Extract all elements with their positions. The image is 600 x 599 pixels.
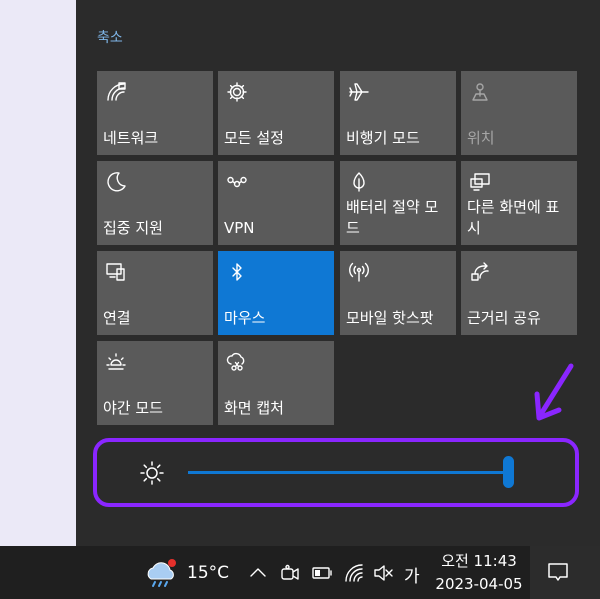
tile-label: 비행기 모드 [346, 129, 420, 147]
tile-label: 마우스 [224, 309, 266, 327]
tile-location[interactable]: 위치 [461, 71, 577, 155]
hotspot-icon [348, 261, 370, 283]
tile-label: 모바일 핫스팟 [346, 309, 434, 327]
tile-label: 다른 화면에 표시 [467, 198, 560, 237]
brightness-slider-track[interactable] [188, 471, 514, 474]
tile-label: 화면 캡처 [224, 399, 284, 417]
tile-bluetooth-mouse[interactable]: 마우스 [218, 251, 334, 335]
moon-icon [105, 171, 127, 193]
vpn-icon [226, 171, 248, 193]
taskbar: 15°C 가 오전 11:43 2023-04-05 [0, 546, 600, 599]
brightness-icon [139, 460, 165, 486]
volume-muted-icon[interactable] [372, 562, 394, 584]
project-icon [469, 171, 491, 193]
tile-label: 연결 [103, 309, 131, 327]
notification-button[interactable] [530, 546, 600, 599]
meet-now-icon[interactable] [279, 562, 301, 584]
tile-label: 모든 설정 [224, 129, 284, 147]
tile-focus-assist[interactable]: 집중 지원 [97, 161, 213, 245]
brightness-slider-thumb[interactable] [503, 456, 514, 488]
ime-indicator[interactable]: 가 [404, 562, 420, 587]
location-icon [469, 81, 491, 103]
tile-mobile-hotspot[interactable]: 모바일 핫스팟 [340, 251, 456, 335]
tile-label: 배터리 절약 모드 [346, 198, 439, 237]
battery-saver-icon [348, 171, 370, 193]
tile-nearby-share[interactable]: 근거리 공유 [461, 251, 577, 335]
bluetooth-icon [226, 261, 248, 283]
tile-label: 집중 지원 [103, 219, 163, 237]
clock[interactable]: 오전 11:43 2023-04-05 [434, 550, 524, 596]
airplane-icon [348, 81, 370, 103]
connect-icon [105, 261, 127, 283]
notification-icon [548, 563, 568, 581]
tile-screen-snip[interactable]: 화면 캡처 [218, 341, 334, 425]
desktop-background [0, 0, 76, 546]
tile-airplane-mode[interactable]: 비행기 모드 [340, 71, 456, 155]
tile-vpn[interactable]: VPN [218, 161, 334, 245]
tile-label: VPN [224, 219, 255, 237]
collapse-link[interactable]: 축소 [97, 27, 123, 47]
tile-night-light[interactable]: 야간 모드 [97, 341, 213, 425]
battery-icon[interactable] [311, 562, 333, 584]
network-icon [105, 81, 127, 103]
tile-label: 근거리 공유 [467, 309, 541, 327]
brightness-slider-area [93, 438, 579, 507]
nearby-share-icon [469, 261, 491, 283]
clock-time: 오전 11:43 [441, 552, 517, 570]
tile-all-settings[interactable]: 모든 설정 [218, 71, 334, 155]
screen-snip-icon [226, 351, 248, 373]
chevron-up-icon[interactable] [247, 562, 269, 584]
gear-icon [226, 81, 248, 103]
tile-project[interactable]: 다른 화면에 표시 [461, 161, 577, 245]
tile-battery-saver[interactable]: 배터리 절약 모드 [340, 161, 456, 245]
night-light-icon [105, 351, 127, 373]
clock-date: 2023-04-05 [435, 575, 523, 593]
weather-icon[interactable] [143, 557, 179, 589]
temperature-label[interactable]: 15°C [187, 563, 229, 583]
tile-connect[interactable]: 연결 [97, 251, 213, 335]
annotation-arrow [534, 363, 574, 421]
tile-label: 네트워크 [103, 129, 159, 147]
tile-label: 야간 모드 [103, 399, 163, 417]
tile-label: 위치 [467, 129, 495, 147]
tile-network[interactable]: 네트워크 [97, 71, 213, 155]
wifi-icon[interactable] [343, 562, 365, 584]
